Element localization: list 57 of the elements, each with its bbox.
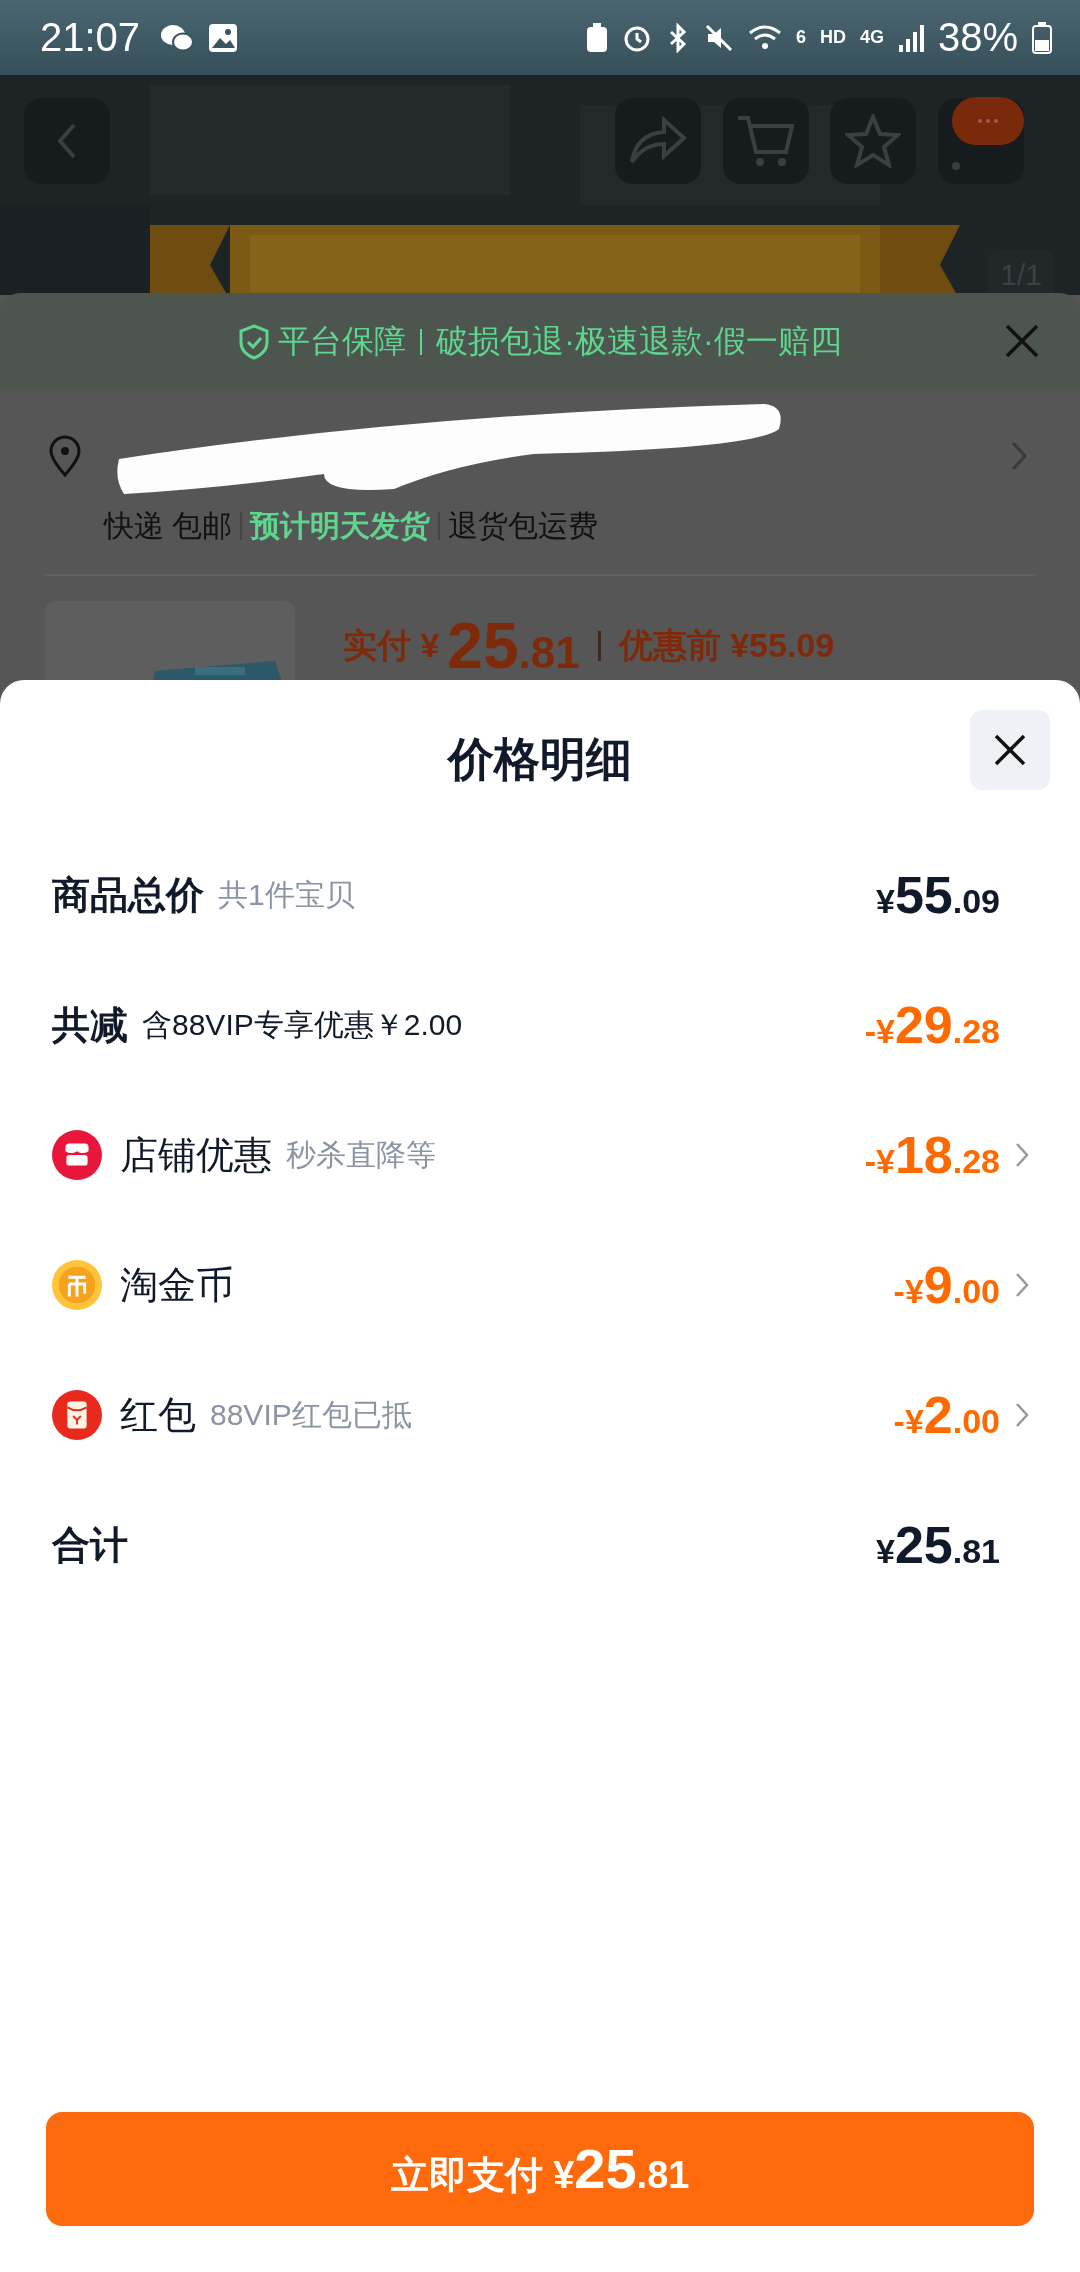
row-label: 店铺优惠 <box>120 1132 272 1178</box>
store-icon <box>52 1130 102 1180</box>
chevron-right-icon[interactable] <box>1014 1401 1030 1429</box>
row-note: 含88VIP专享优惠￥2.00 <box>142 1006 463 1043</box>
paid-label: 实付 ¥ <box>343 625 440 666</box>
coin-icon <box>52 1260 102 1310</box>
cart-icon <box>736 114 796 168</box>
row-amount: ¥55.09 <box>875 865 1000 925</box>
envelope-icon <box>52 1390 102 1440</box>
cart-button[interactable] <box>723 98 809 184</box>
row-amount: -¥2.00 <box>893 1385 1000 1445</box>
hd-label: HD <box>819 27 846 48</box>
row-note: 秒杀直降等 <box>286 1136 436 1173</box>
row-amount: -¥18.28 <box>864 1125 1000 1185</box>
status-time: 21:07 <box>40 15 141 60</box>
back-button[interactable] <box>24 98 110 184</box>
battery-percent: 38% <box>937 15 1018 60</box>
chevron-right-icon <box>1010 440 1028 472</box>
sheet-title: 价格明细 <box>448 732 632 787</box>
row-note: 共1件宝贝 <box>218 876 355 913</box>
battery-saver-icon <box>585 22 608 53</box>
location-icon <box>48 435 82 477</box>
share-icon <box>628 116 688 166</box>
wifi-label: 6 <box>795 27 806 48</box>
battery-icon <box>1032 21 1052 54</box>
row-label: 共减 <box>52 1002 128 1048</box>
guarantee-title: 平台保障 <box>278 322 407 361</box>
chat-icon <box>160 22 195 53</box>
chevron-right-icon[interactable] <box>1014 1141 1030 1169</box>
row-label: 合计 <box>52 1522 128 1568</box>
mute-icon <box>703 22 734 53</box>
row-amount: ¥25.81 <box>875 1515 1000 1575</box>
original-price: 优惠前 ¥55.09 <box>618 625 835 666</box>
row-amount: -¥9.00 <box>893 1255 1000 1315</box>
shield-icon <box>238 324 271 360</box>
paid-price: 25.81 <box>447 609 580 683</box>
image-icon <box>208 22 239 53</box>
shipping-info: 预计明天发货 <box>250 507 431 544</box>
shipping-info: 快递 包邮 <box>104 507 233 544</box>
close-button[interactable] <box>970 710 1050 790</box>
close-icon <box>1004 323 1040 359</box>
row-label: 红包 <box>120 1392 196 1438</box>
row-note: 88VIP红包已抵 <box>210 1396 412 1433</box>
network-label: 4G <box>859 27 884 48</box>
dot-icon <box>952 162 960 170</box>
favorite-button[interactable] <box>830 98 916 184</box>
close-icon <box>992 732 1028 768</box>
signal-icon <box>897 22 924 53</box>
shipping-info: 退货包运费 <box>448 507 599 544</box>
pay-now-button[interactable]: 立即支付 ¥25.81 <box>46 2112 1034 2226</box>
row-label: 淘金币 <box>120 1262 234 1308</box>
share-button[interactable] <box>615 98 701 184</box>
row-amount: -¥29.28 <box>864 995 1000 1055</box>
row-label: 商品总价 <box>52 872 204 918</box>
chevron-right-icon[interactable] <box>1014 1271 1030 1299</box>
guarantee-items: 破损包退·极速退款·假一赔四 <box>436 322 842 361</box>
star-icon <box>845 114 901 168</box>
